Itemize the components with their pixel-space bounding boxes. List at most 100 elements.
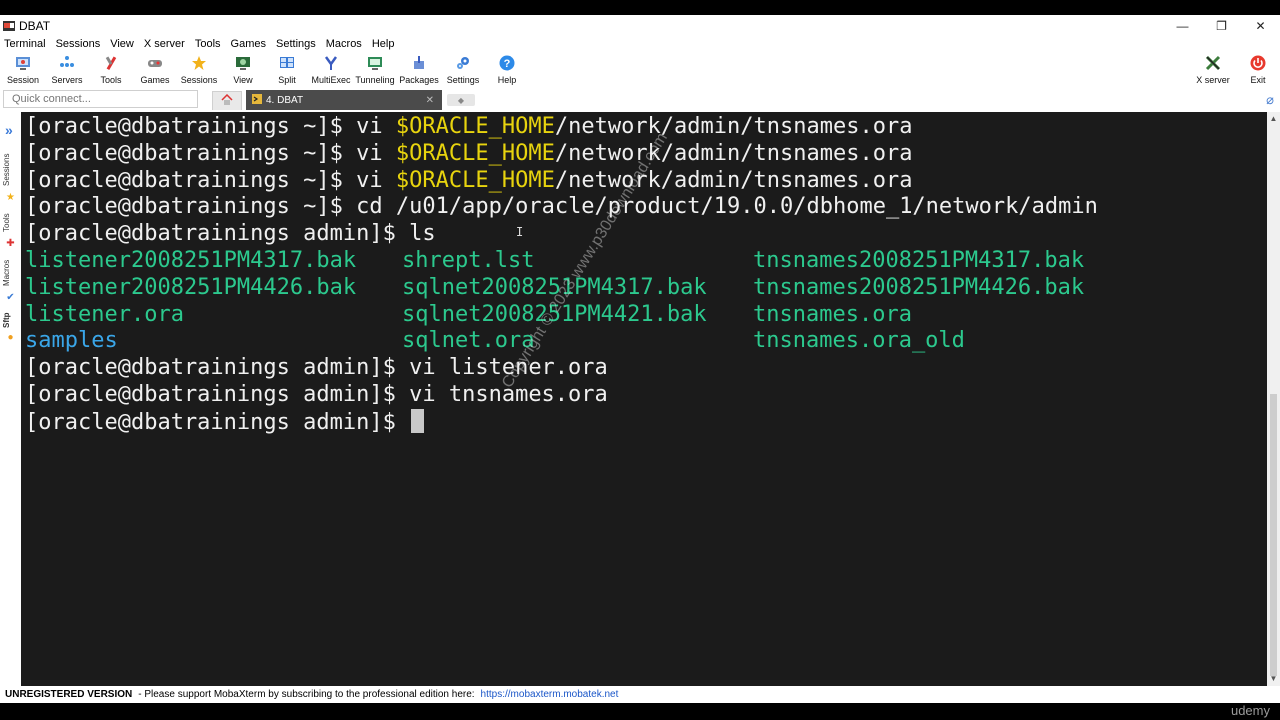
- sessions-star-icon: [190, 54, 208, 72]
- window-titlebar: DBAT — ❐ ✕: [0, 15, 1280, 36]
- menu-sessions[interactable]: Sessions: [56, 38, 101, 50]
- close-button[interactable]: ✕: [1241, 15, 1280, 36]
- ls-file: listener2008251PM4426.bak: [25, 274, 357, 300]
- paperclip-icon[interactable]: ⌀: [1266, 92, 1274, 108]
- split-icon: [278, 54, 296, 72]
- udemy-logo: udemy: [1230, 703, 1270, 718]
- text-cursor: [411, 408, 425, 433]
- menu-help[interactable]: Help: [372, 38, 395, 50]
- menu-games[interactable]: Games: [231, 38, 266, 50]
- minimize-button[interactable]: —: [1163, 15, 1202, 36]
- servers-button[interactable]: Servers: [45, 54, 89, 88]
- screen-bottom-border: udemy: [0, 703, 1280, 720]
- ls-output-row: listener2008251PM4317.bak shrept.lst tns…: [25, 248, 1098, 275]
- left-sidebar: » Sessions ★ Tools ✚ Macros ✔ Sftp ●: [0, 112, 21, 686]
- menu-macros[interactable]: Macros: [326, 38, 362, 50]
- star-icon: ★: [6, 192, 15, 203]
- tools-button[interactable]: Tools: [89, 54, 133, 88]
- ls-file: sqlnet.ora: [402, 328, 535, 354]
- sessions-button[interactable]: Sessions: [177, 54, 221, 88]
- ls-file: listener.ora: [25, 301, 184, 327]
- sidebar-tab-sessions[interactable]: Sessions: [2, 150, 18, 190]
- terminal-line: [oracle@dbatrainings ~]$ vi $ORACLE_HOME…: [25, 140, 913, 166]
- mobaxterm-link[interactable]: https://mobaxterm.mobatek.net: [481, 689, 619, 700]
- multiexec-icon: [322, 54, 340, 72]
- double-chevron-icon[interactable]: »: [5, 122, 13, 138]
- x-server-icon: [1204, 54, 1222, 72]
- terminal-line: [oracle@dbatrainings ~]$ vi $ORACLE_HOME…: [25, 114, 913, 139]
- multiexec-button[interactable]: MultiExec: [309, 54, 353, 88]
- scroll-thumb[interactable]: [1270, 394, 1277, 676]
- servers-icon: [58, 54, 76, 72]
- x-server-button[interactable]: X server: [1191, 54, 1235, 88]
- menu-x-server[interactable]: X server: [144, 38, 185, 50]
- i-beam-cursor-icon: I: [516, 225, 524, 239]
- svg-text:?: ?: [504, 58, 511, 70]
- home-tab[interactable]: [212, 91, 242, 110]
- tunneling-icon: [366, 54, 384, 72]
- ls-output-row: samples sqlnet.ora tnsnames.ora_old: [25, 328, 1098, 355]
- terminal-line: [oracle@dbatrainings admin]$ vi listener…: [25, 355, 608, 381]
- terminal-area[interactable]: [oracle@dbatrainings ~]$ vi $ORACLE_HOME…: [21, 112, 1267, 686]
- status-bar: UNREGISTERED VERSION - Please support Mo…: [0, 686, 1280, 703]
- new-tab-icon: ◆: [457, 95, 465, 105]
- new-tab-button[interactable]: ◆: [447, 94, 475, 106]
- screen-top-border: [0, 0, 1280, 15]
- settings-icon: [454, 54, 472, 72]
- tab-label: 4. DBAT: [266, 94, 304, 106]
- tools-side-icon: ✚: [6, 238, 15, 249]
- menu-terminal[interactable]: Terminal: [4, 38, 46, 50]
- scroll-down-arrow-icon[interactable]: ▼: [1269, 674, 1278, 684]
- menu-bar: Terminal Sessions View X server Tools Ga…: [0, 36, 1280, 52]
- terminal-tab-icon: [252, 93, 262, 107]
- tools-icon: [102, 54, 120, 72]
- ls-file: listener2008251PM4317.bak: [25, 247, 357, 273]
- ls-file: shrept.lst: [402, 247, 535, 273]
- help-icon: ?: [498, 54, 516, 72]
- macros-side-icon: ✔: [6, 292, 15, 303]
- menu-settings[interactable]: Settings: [276, 38, 316, 50]
- main-toolbar: Session Servers Tools Games Sessions Vie…: [0, 52, 1280, 88]
- tab-dbat[interactable]: 4. DBAT ✕: [246, 90, 442, 110]
- view-icon: [234, 54, 252, 72]
- ls-file: tnsnames.ora_old: [753, 328, 965, 354]
- tab-bar: 4. DBAT ✕ ◆ ⌀: [0, 88, 1280, 112]
- help-button[interactable]: ? Help: [485, 54, 529, 88]
- quick-connect-input[interactable]: [3, 90, 198, 108]
- scroll-up-arrow-icon[interactable]: ▲: [1269, 114, 1278, 124]
- packages-button[interactable]: Packages: [397, 54, 441, 88]
- terminal-line: [oracle@dbatrainings admin]$ vi tnsnames…: [25, 381, 608, 407]
- mobaxterm-app-icon: [3, 20, 15, 32]
- terminal-line: [oracle@dbatrainings ~]$ vi $ORACLE_HOME…: [25, 167, 913, 193]
- tab-close-icon[interactable]: ✕: [426, 95, 434, 106]
- sidebar-tab-macros[interactable]: Macros: [2, 254, 18, 292]
- sidebar-tab-tools[interactable]: Tools: [2, 208, 18, 238]
- ls-file: tnsnames2008251PM4426.bak: [753, 274, 1085, 300]
- session-icon: [14, 54, 32, 72]
- menu-view[interactable]: View: [110, 38, 134, 50]
- settings-button[interactable]: Settings: [441, 54, 485, 88]
- split-button[interactable]: Split: [265, 54, 309, 88]
- ls-directory: samples: [25, 328, 118, 354]
- home-icon: [221, 93, 233, 108]
- sidebar-tab-sftp[interactable]: Sftp: [2, 308, 18, 332]
- terminal-prompt-line: [oracle@dbatrainings admin]$: [25, 408, 1098, 436]
- games-button[interactable]: Games: [133, 54, 177, 88]
- ls-file: tnsnames2008251PM4317.bak: [753, 247, 1085, 273]
- session-button[interactable]: Session: [1, 54, 45, 88]
- tunneling-button[interactable]: Tunneling: [353, 54, 397, 88]
- ls-file: tnsnames.ora: [753, 301, 912, 327]
- packages-icon: [410, 54, 428, 72]
- terminal-scrollbar[interactable]: ▲ ▼: [1267, 112, 1280, 686]
- exit-button[interactable]: Exit: [1236, 54, 1280, 88]
- window-title: DBAT: [19, 18, 51, 33]
- games-icon: [146, 54, 164, 72]
- view-button[interactable]: View: [221, 54, 265, 88]
- terminal-line: [oracle@dbatrainings admin]$ ls: [25, 221, 436, 247]
- power-icon: [1249, 54, 1267, 72]
- restore-button[interactable]: ❐: [1202, 15, 1241, 36]
- support-message: - Please support MobaXterm by subscribin…: [138, 689, 475, 700]
- terminal-line: [oracle@dbatrainings ~]$ cd /u01/app/ora…: [25, 194, 1098, 220]
- sftp-side-icon: ●: [7, 332, 14, 343]
- menu-tools[interactable]: Tools: [195, 38, 221, 50]
